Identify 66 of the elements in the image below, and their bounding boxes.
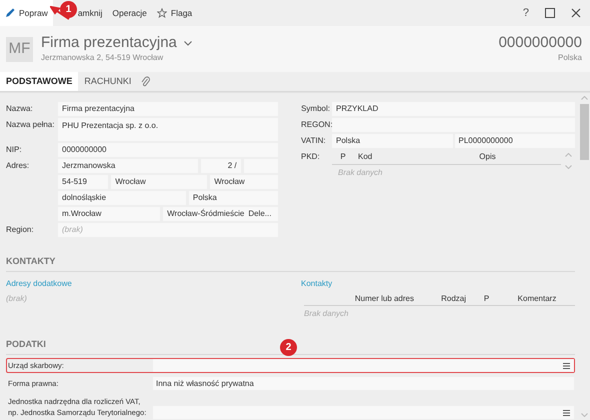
- paperclip-icon[interactable]: [141, 76, 150, 88]
- step-badge: 2: [280, 339, 297, 356]
- pencil-icon: [5, 8, 15, 18]
- column-header[interactable]: P: [474, 292, 499, 305]
- field-label: Region:: [6, 224, 35, 236]
- scrollbar-thumb[interactable]: [580, 104, 588, 160]
- field-label: NIP:: [6, 144, 23, 156]
- company-title: Firma prezentacyjna: [41, 34, 177, 52]
- annotation-arrow: [50, 6, 70, 20]
- form-field[interactable]: Polska: [188, 191, 278, 205]
- column-header[interactable]: P: [332, 151, 354, 163]
- help-button[interactable]: ?: [514, 4, 537, 22]
- toolbar-button[interactable]: Popraw: [0, 0, 53, 26]
- list-icon[interactable]: [563, 410, 570, 416]
- scroll-up-icon[interactable]: [580, 96, 588, 100]
- chevron-down-icon[interactable]: [184, 40, 192, 46]
- field-label: PKD:: [301, 151, 321, 163]
- section-title: KONTAKTY: [6, 254, 575, 272]
- maximize-icon[interactable]: [545, 8, 555, 18]
- toolbar-button[interactable]: amknij: [76, 0, 108, 26]
- field-label: Symbol:: [301, 103, 331, 115]
- company-country: Polska: [558, 52, 582, 64]
- field-label: Adres:: [6, 160, 30, 172]
- company-number: 0000000000: [498, 34, 582, 52]
- form-field[interactable]: 54-519: [58, 175, 108, 189]
- company-address: Jerzmanowska 2, 54-519 Wrocław: [41, 52, 164, 64]
- form-field[interactable]: Wrocław: [111, 175, 208, 189]
- form-field[interactable]: m.Wrocław: [58, 207, 160, 221]
- tab[interactable]: RACHUNKI: [78, 72, 138, 91]
- scroll-down-icon[interactable]: [580, 413, 588, 417]
- column-header[interactable]: Kod: [354, 151, 414, 163]
- close-icon[interactable]: [571, 8, 581, 18]
- list-icon[interactable]: [563, 362, 570, 368]
- field-label: Nazwa pełna:: [6, 119, 56, 131]
- form-field[interactable]: Firma prezentacyjna: [58, 102, 278, 116]
- form-field[interactable]: Inna niż własność prywatna: [153, 377, 574, 390]
- column-header[interactable]: Opis: [414, 151, 561, 163]
- toolbar-button[interactable]: Flaga: [152, 0, 198, 26]
- form-field[interactable]: 2 /: [200, 159, 241, 173]
- tab[interactable]: PODSTAWOWE: [0, 72, 78, 91]
- form-field[interactable]: 0000000000: [58, 143, 278, 157]
- star-icon: [156, 8, 167, 18]
- field-label: REGON:: [301, 119, 332, 131]
- form-field[interactable]: Polska: [332, 134, 452, 148]
- avatar: MF: [6, 36, 33, 62]
- column-header[interactable]: Komentarz: [499, 292, 575, 305]
- empty-message: Brak danych: [303, 308, 350, 320]
- column-header[interactable]: Numer lub adres: [304, 292, 424, 305]
- form-field[interactable]: PL0000000000: [454, 134, 575, 148]
- form-field[interactable]: [153, 359, 574, 372]
- column-header[interactable]: Rodzaj: [424, 292, 474, 305]
- form-field[interactable]: Wrocław: [210, 175, 278, 189]
- form-field[interactable]: Wrocław-Śródmieście: [163, 207, 248, 221]
- field-label: Nazwa:: [6, 103, 34, 115]
- form-field[interactable]: PRZYKLAD: [332, 102, 575, 116]
- field-label: VATIN:: [301, 135, 327, 147]
- scroll-down-icon[interactable]: [564, 165, 572, 169]
- form-field[interactable]: Dele...: [248, 207, 278, 221]
- form-field[interactable]: [153, 406, 574, 419]
- form-field[interactable]: Jerzmanowska: [58, 159, 198, 173]
- toolbar-button[interactable]: Operacje: [107, 0, 152, 26]
- empty-message: Brak danych: [337, 167, 384, 179]
- form-field[interactable]: PHU Prezentacja sp. z o.o.: [58, 118, 278, 141]
- scroll-up-icon[interactable]: [564, 153, 572, 157]
- form-field[interactable]: dolnośląskie: [58, 191, 186, 205]
- empty-message: (brak): [6, 293, 28, 306]
